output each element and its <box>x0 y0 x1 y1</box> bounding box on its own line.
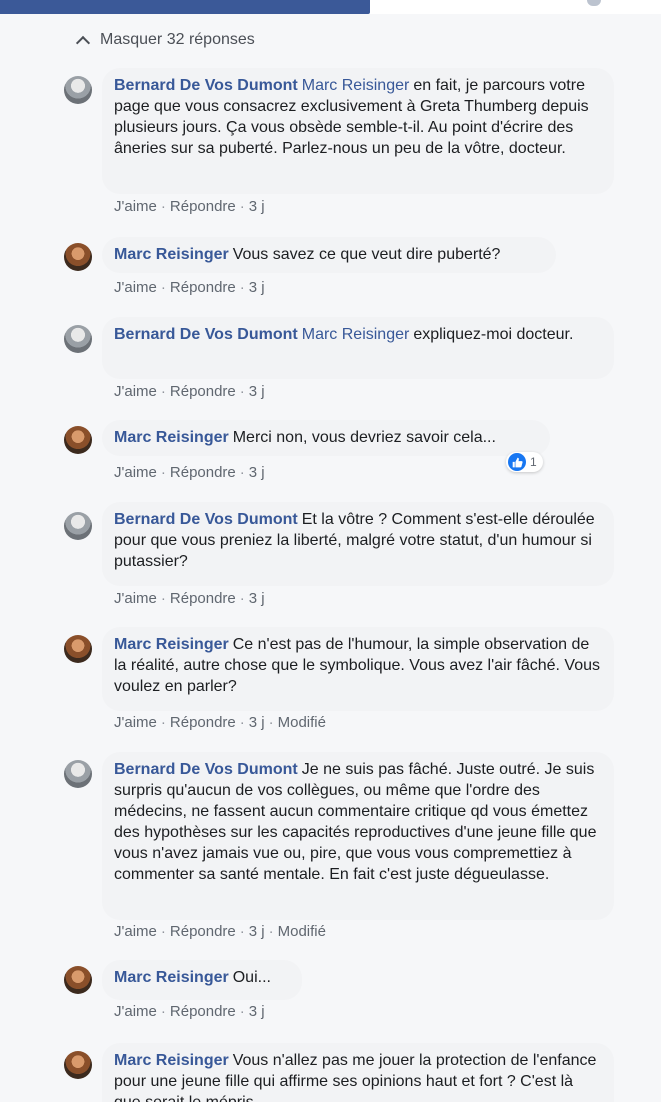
reply-link[interactable]: Répondre <box>170 198 236 215</box>
timestamp[interactable]: 3 j <box>249 464 265 481</box>
avatar[interactable] <box>64 426 92 454</box>
comment: Bernard De Vos Dumont Marc Reisinger expli… <box>0 317 661 402</box>
comment-author[interactable]: Bernard De Vos Dumont <box>114 511 298 528</box>
like-link[interactable]: J'aime <box>114 1003 157 1020</box>
comment-mention[interactable]: Marc Reisinger <box>302 77 410 94</box>
comment-bubble: Marc Reisinger Vous savez ce que veut dir… <box>102 237 556 273</box>
comment: Marc Reisinger Merci non, vous devriez sa… <box>0 420 661 482</box>
timestamp[interactable]: 3 j <box>249 714 265 731</box>
comment-bubble: Bernard De Vos Dumont Et la vôtre ? Comme… <box>102 502 614 586</box>
timestamp[interactable]: 3 j <box>249 198 265 215</box>
reply-link[interactable]: Répondre <box>170 590 236 607</box>
reply-link[interactable]: Répondre <box>170 383 236 400</box>
thumbs-up-icon <box>508 453 526 471</box>
reply-link[interactable]: Répondre <box>170 279 236 296</box>
timestamp[interactable]: 3 j <box>249 383 265 400</box>
comment: Bernard De Vos Dumont Je ne suis pas fâch… <box>0 752 661 947</box>
avatar[interactable] <box>64 325 92 353</box>
avatar[interactable] <box>64 243 92 271</box>
avatar[interactable] <box>64 635 92 663</box>
comment-bubble: Bernard De Vos Dumont Marc Reisinger expli… <box>102 317 614 379</box>
avatar[interactable] <box>64 512 92 540</box>
edited-label[interactable]: Modifié <box>278 923 326 940</box>
comment-bubble: Marc Reisinger Merci non, vous devriez sa… <box>102 420 550 456</box>
reaction-count-badge[interactable]: 1 <box>506 452 543 472</box>
comment: Marc Reisinger Vous savez ce que veut dir… <box>0 237 661 299</box>
blue-header-strip <box>0 0 370 14</box>
comment-author[interactable]: Bernard De Vos Dumont <box>114 326 298 343</box>
comment-author[interactable]: Marc Reisinger <box>114 1052 229 1069</box>
comment-author[interactable]: Marc Reisinger <box>114 969 229 986</box>
like-link[interactable]: J'aime <box>114 714 157 731</box>
comment-actions: J'aime · Répondre · 3 j · Modifié <box>114 923 326 940</box>
comment-text: expliquez-moi docteur. <box>413 326 574 343</box>
avatar[interactable] <box>64 966 92 994</box>
like-link[interactable]: J'aime <box>114 279 157 296</box>
comment-author[interactable]: Bernard De Vos Dumont <box>114 761 298 778</box>
like-link[interactable]: J'aime <box>114 923 157 940</box>
comment: Marc Reisinger Vous n'allez pas me jouer … <box>0 1043 661 1102</box>
comment-bubble: Marc Reisinger Vous n'allez pas me jouer … <box>102 1043 614 1102</box>
reply-link[interactable]: Répondre <box>170 923 236 940</box>
comment-text: Vous savez ce que veut dire puberté? <box>232 246 501 263</box>
comment-text: Merci non, vous devriez savoir cela... <box>232 429 496 446</box>
comment-text: Je ne suis pas fâché. Juste outré. Je su… <box>114 761 597 883</box>
comment-bubble: Marc Reisinger Ce n'est pas de l'humour, … <box>102 627 614 711</box>
comment-author[interactable]: Marc Reisinger <box>114 636 229 653</box>
notification-indicator <box>587 0 601 6</box>
reply-link[interactable]: Répondre <box>170 1003 236 1020</box>
edited-label[interactable]: Modifié <box>278 714 326 731</box>
comment-author[interactable]: Marc Reisinger <box>114 246 229 263</box>
avatar[interactable] <box>64 1051 92 1079</box>
comment-bubble: Bernard De Vos Dumont Je ne suis pas fâch… <box>102 752 614 920</box>
comment-actions: J'aime · Répondre · 3 j <box>114 1003 265 1020</box>
reaction-count: 1 <box>530 455 537 469</box>
comment: Bernard De Vos Dumont Et la vôtre ? Comme… <box>0 502 661 612</box>
reply-link[interactable]: Répondre <box>170 714 236 731</box>
comment-author[interactable]: Marc Reisinger <box>114 429 229 446</box>
timestamp[interactable]: 3 j <box>249 1003 265 1020</box>
comment-text: Oui... <box>232 969 271 986</box>
timestamp[interactable]: 3 j <box>249 590 265 607</box>
comment-author[interactable]: Bernard De Vos Dumont <box>114 77 298 94</box>
comment-bubble: Marc Reisinger Oui... <box>102 960 302 1000</box>
comment-actions: J'aime · Répondre · 3 j <box>114 383 265 400</box>
top-navigation-bar <box>0 0 661 14</box>
like-link[interactable]: J'aime <box>114 198 157 215</box>
comment-actions: J'aime · Répondre · 3 j <box>114 464 265 481</box>
avatar[interactable] <box>64 760 92 788</box>
hide-replies-label: Masquer 32 réponses <box>100 31 255 48</box>
like-link[interactable]: J'aime <box>114 590 157 607</box>
comment-actions: J'aime · Répondre · 3 j · Modifié <box>114 714 326 731</box>
comment: Marc Reisinger Ce n'est pas de l'humour, … <box>0 627 661 737</box>
chevron-up-icon <box>75 35 91 51</box>
comment-actions: J'aime · Répondre · 3 j <box>114 279 265 296</box>
timestamp[interactable]: 3 j <box>249 279 265 296</box>
like-link[interactable]: J'aime <box>114 383 157 400</box>
timestamp[interactable]: 3 j <box>249 923 265 940</box>
like-link[interactable]: J'aime <box>114 464 157 481</box>
comment: Bernard De Vos Dumont Marc Reisinger en fa… <box>0 68 661 218</box>
hide-replies-link[interactable]: Masquer 32 réponses <box>74 31 255 51</box>
comment-actions: J'aime · Répondre · 3 j <box>114 590 265 607</box>
reply-link[interactable]: Répondre <box>170 464 236 481</box>
comment-actions: J'aime · Répondre · 3 j <box>114 198 265 215</box>
comment-bubble: Bernard De Vos Dumont Marc Reisinger en fa… <box>102 68 614 194</box>
comment: Marc Reisinger Oui... J'aime · Répondre · 3 j <box>0 960 661 1025</box>
comment-mention[interactable]: Marc Reisinger <box>302 326 410 343</box>
avatar[interactable] <box>64 76 92 104</box>
